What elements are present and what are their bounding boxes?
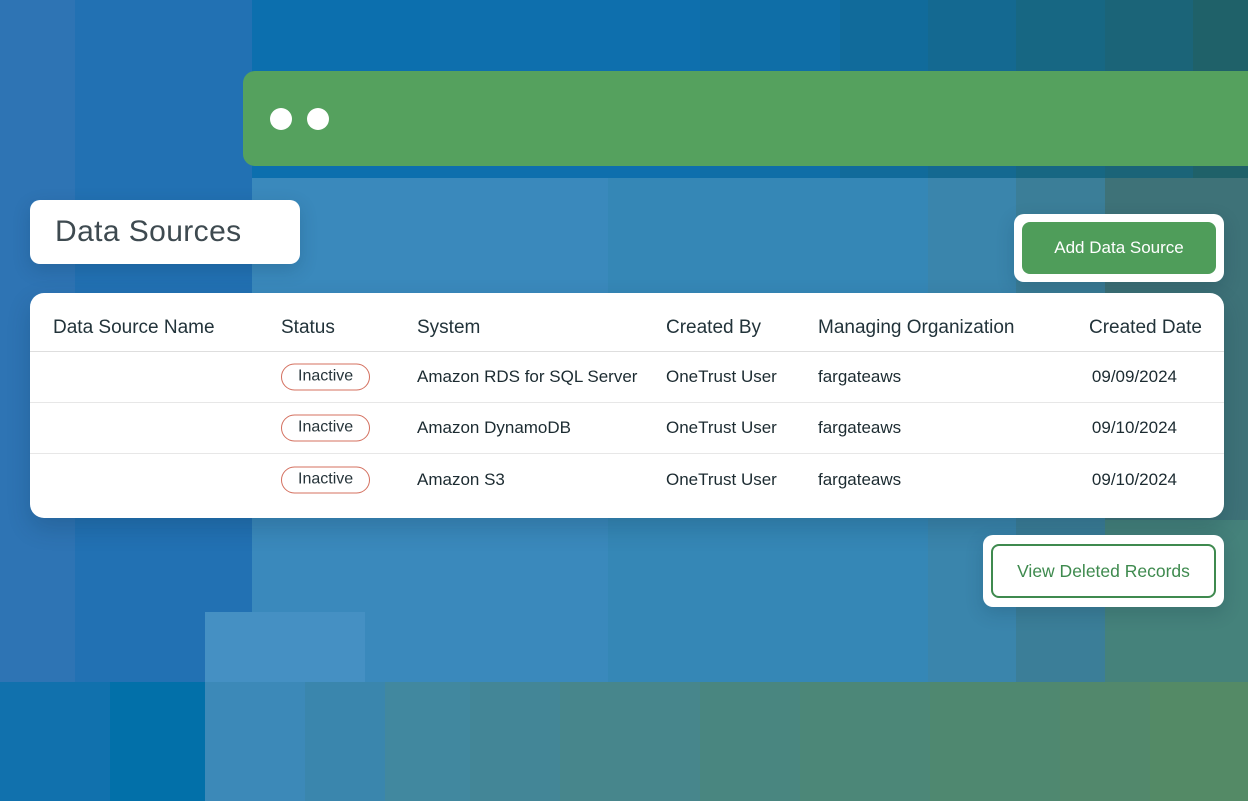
page: Data Sources Add Data Source Data Source… [0, 0, 1248, 801]
managing-org-cell: fargateaws [818, 418, 901, 438]
status-badge: Inactive [281, 466, 370, 493]
view-deleted-records-container: View Deleted Records [983, 535, 1224, 607]
view-deleted-records-button[interactable]: View Deleted Records [991, 544, 1216, 598]
created-date-cell: 09/10/2024 [1092, 470, 1177, 490]
column-header-data-source-name: Data Source Name [53, 317, 215, 339]
column-header-created-by: Created By [666, 317, 761, 339]
data-sources-table-card: Data Source Name Status System Created B… [30, 293, 1224, 518]
table-header-row: Data Source Name Status System Created B… [30, 293, 1224, 352]
table-row[interactable]: Inactive Amazon RDS for SQL Server OneTr… [30, 352, 1224, 403]
created-by-cell: OneTrust User [666, 367, 777, 387]
status-badge: Inactive [281, 364, 370, 391]
status-cell: Inactive [281, 364, 370, 391]
status-badge: Inactive [281, 415, 370, 442]
system-cell: Amazon DynamoDB [417, 418, 571, 438]
table-row[interactable]: Inactive Amazon DynamoDB OneTrust User f… [30, 403, 1224, 454]
add-data-source-container: Add Data Source [1014, 214, 1224, 282]
created-by-cell: OneTrust User [666, 470, 777, 490]
window-dot [270, 108, 292, 130]
window-title-bar [243, 71, 1248, 166]
status-cell: Inactive [281, 415, 370, 442]
column-header-status: Status [281, 317, 335, 339]
status-cell: Inactive [281, 466, 370, 493]
window-dot [307, 108, 329, 130]
column-header-created-date: Created Date [1089, 317, 1202, 339]
managing-org-cell: fargateaws [818, 367, 901, 387]
system-cell: Amazon S3 [417, 470, 505, 490]
created-date-cell: 09/09/2024 [1092, 367, 1177, 387]
managing-org-cell: fargateaws [818, 470, 901, 490]
add-data-source-button[interactable]: Add Data Source [1022, 222, 1216, 274]
page-title: Data Sources [30, 215, 242, 249]
system-cell: Amazon RDS for SQL Server [417, 367, 637, 387]
column-header-managing-organization: Managing Organization [818, 317, 1014, 339]
created-date-cell: 09/10/2024 [1092, 418, 1177, 438]
page-title-card: Data Sources [30, 200, 300, 264]
created-by-cell: OneTrust User [666, 418, 777, 438]
column-header-system: System [417, 317, 480, 339]
table-row[interactable]: Inactive Amazon S3 OneTrust User fargate… [30, 454, 1224, 505]
